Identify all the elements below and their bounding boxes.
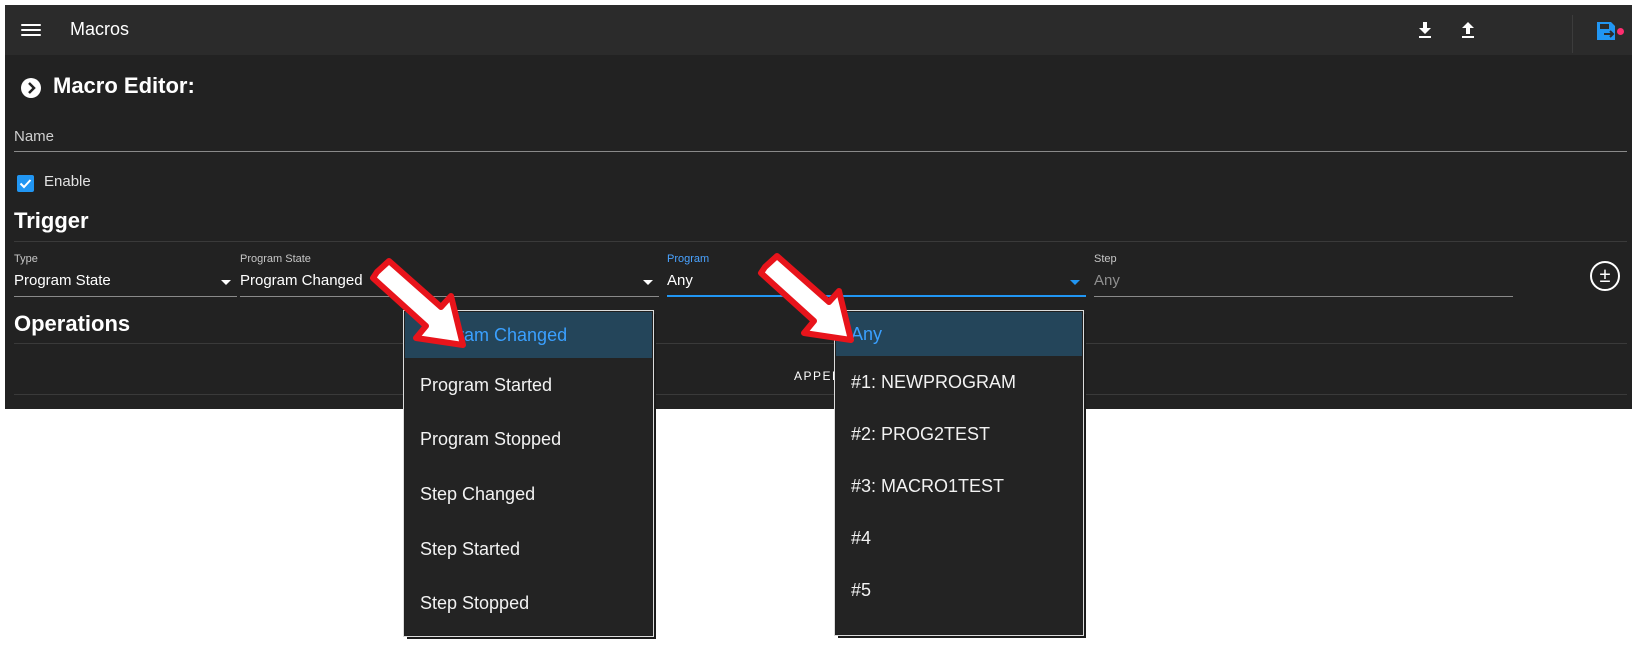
menu-item-step-stopped[interactable]: Step Stopped — [405, 576, 652, 630]
program-value: Any — [667, 272, 693, 289]
save-icon[interactable] — [1594, 19, 1618, 43]
program-state-value: Program Changed — [240, 272, 363, 289]
unsaved-indicator — [1617, 28, 1624, 35]
step-value: Any — [1094, 272, 1120, 289]
program-select[interactable]: Program Any — [667, 253, 1086, 297]
dropdown-arrow-icon — [1070, 280, 1080, 285]
program-label: Program — [667, 253, 710, 265]
top-app-bar: Macros — [5, 5, 1632, 55]
menu-icon[interactable] — [21, 21, 41, 39]
type-value: Program State — [14, 272, 111, 289]
callout-arrow-icon — [370, 258, 466, 348]
menu-item-any[interactable]: Any — [836, 312, 1082, 356]
trigger-divider — [14, 241, 1627, 242]
trigger-heading: Trigger — [14, 208, 89, 233]
app-title: Macros — [70, 19, 130, 39]
menu-item-program-3[interactable]: #3: MACRO1TEST — [836, 460, 1082, 512]
plus-minus-button[interactable]: ± — [1590, 261, 1620, 291]
menu-item-program-4[interactable]: #4 — [836, 512, 1082, 564]
chevron-right-icon[interactable] — [21, 78, 41, 98]
step-label: Step — [1094, 253, 1117, 265]
append-bar: APPEND — [14, 359, 1627, 395]
checkmark-icon — [19, 179, 32, 189]
step-input[interactable]: Step Any — [1094, 253, 1513, 297]
operations-heading: Operations — [14, 311, 131, 336]
program-menu: Any #1: NEWPROGRAM #2: PROG2TEST #3: MAC… — [835, 311, 1083, 635]
menu-item-step-started[interactable]: Step Started — [405, 522, 652, 576]
dropdown-arrow-icon — [643, 280, 653, 285]
toolbar-divider — [1572, 15, 1573, 53]
enable-checkbox[interactable] — [17, 175, 34, 192]
menu-item-program-started[interactable]: Program Started — [405, 358, 652, 412]
enable-label: Enable — [44, 173, 91, 190]
editor-title: Macro Editor: — [53, 73, 195, 98]
menu-item-program-stopped[interactable]: Program Stopped — [405, 412, 652, 466]
menu-item-step-changed[interactable]: Step Changed — [405, 466, 652, 522]
type-select[interactable]: Type Program State — [14, 253, 237, 297]
upload-icon[interactable] — [1456, 18, 1480, 42]
menu-item-program-1[interactable]: #1: NEWPROGRAM — [836, 356, 1082, 408]
callout-arrow-icon — [758, 253, 854, 343]
dropdown-arrow-icon — [221, 280, 231, 285]
program-state-label: Program State — [240, 253, 311, 265]
name-field[interactable]: Name — [14, 128, 54, 145]
program-state-menu: Program Changed Program Started Program … — [404, 311, 653, 636]
download-icon[interactable] — [1413, 18, 1437, 42]
name-underline — [14, 151, 1627, 152]
type-label: Type — [14, 253, 38, 265]
menu-item-program-5[interactable]: #5 — [836, 564, 1082, 616]
menu-item-program-2[interactable]: #2: PROG2TEST — [836, 408, 1082, 460]
